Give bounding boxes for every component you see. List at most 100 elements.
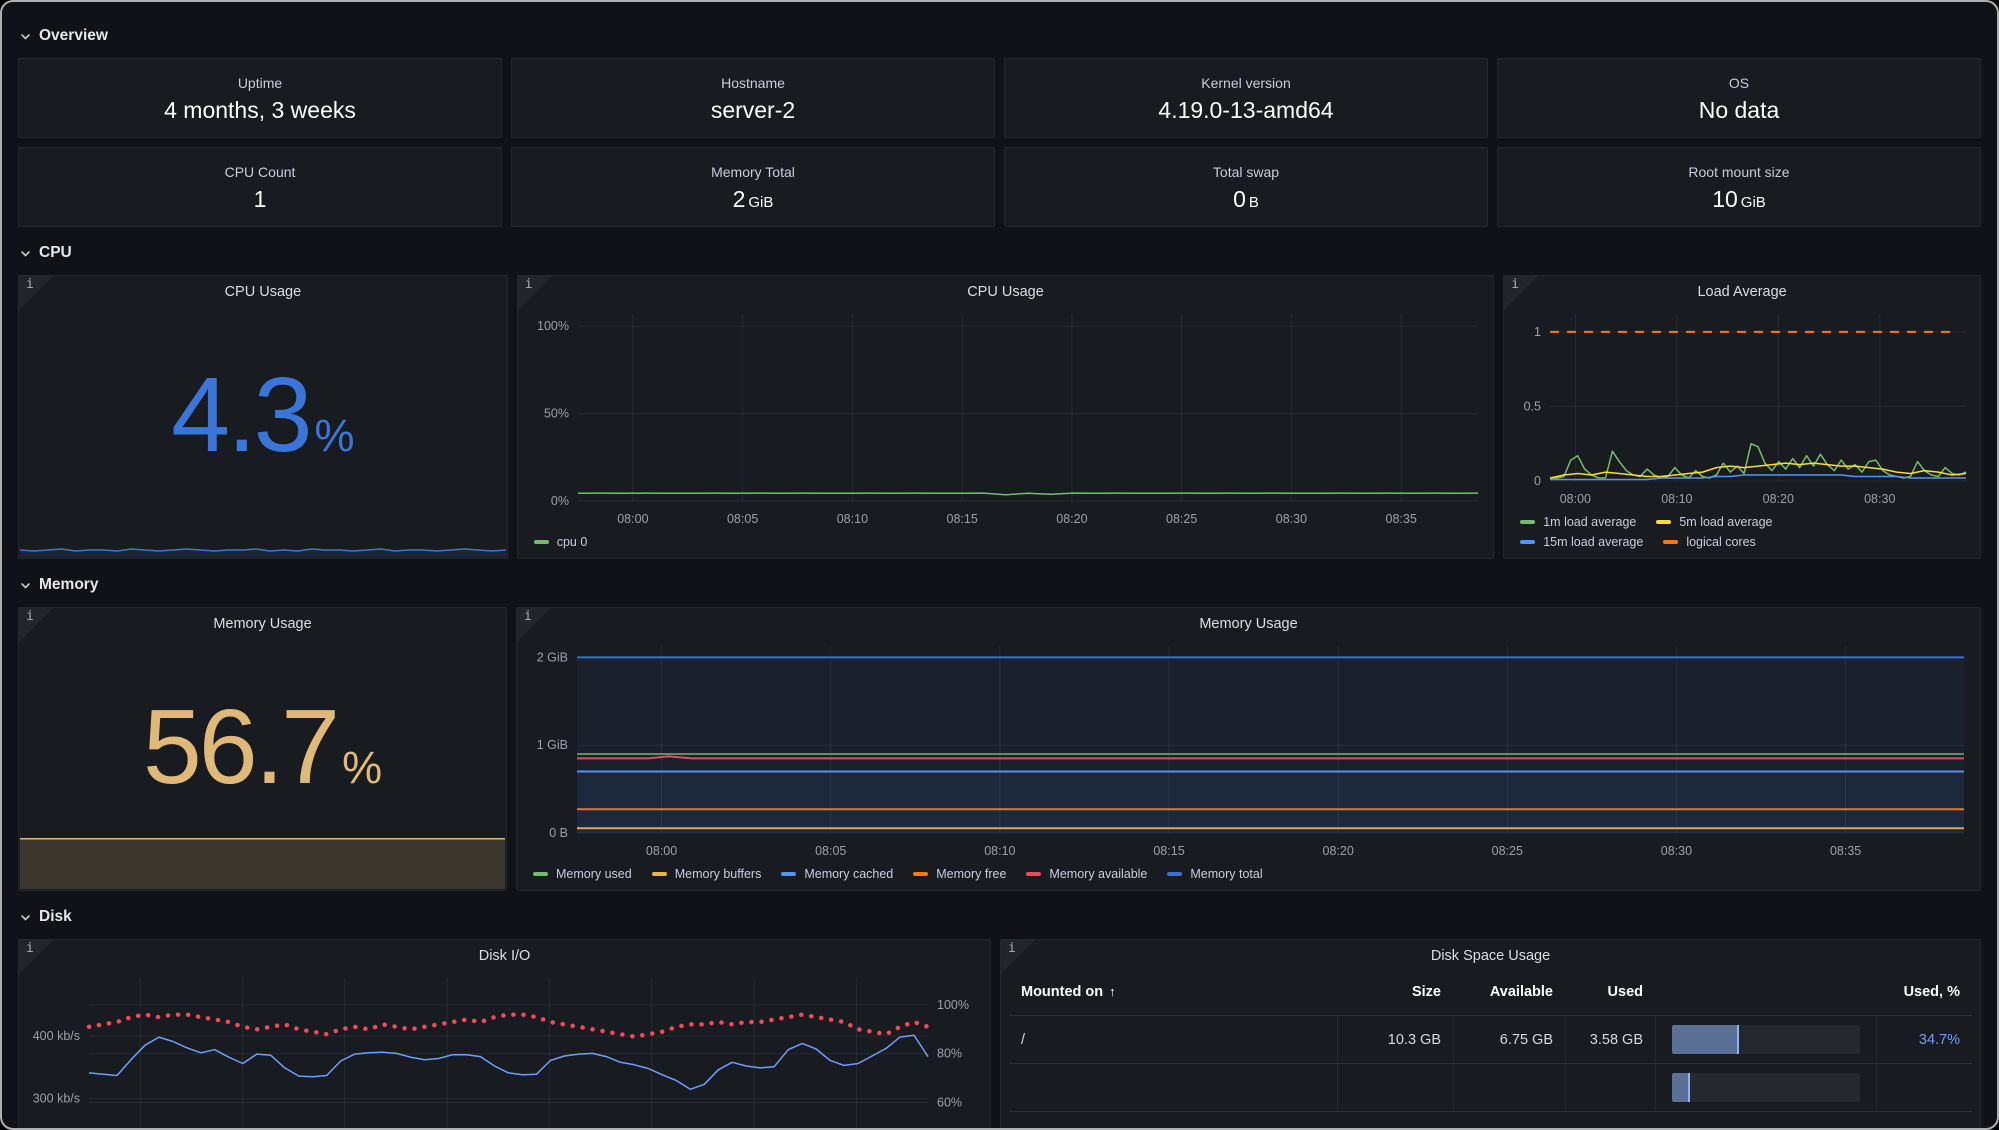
panel-corner: i — [1504, 276, 1538, 310]
info-icon[interactable]: i — [26, 277, 34, 292]
section-header-cpu[interactable]: CPU — [20, 244, 1979, 262]
legend-item[interactable]: logical cores — [1663, 535, 1755, 549]
stat-tile-number: 4.19.0-13-amd64 — [1158, 97, 1333, 123]
stat-tile-number: 0 — [1233, 186, 1246, 212]
svg-text:08:10: 08:10 — [1661, 492, 1692, 506]
stat-tile-title: Uptime — [238, 75, 282, 91]
stat-tile-value: 0B — [1233, 188, 1259, 211]
memory-sparkline — [20, 834, 505, 889]
stat-tile-os[interactable]: OSNo data — [1497, 58, 1981, 138]
legend-label: cpu 0 — [557, 535, 588, 549]
svg-text:08:35: 08:35 — [1830, 844, 1861, 858]
stat-tile-hostname[interactable]: Hostnameserver-2 — [511, 58, 995, 138]
stat-tile-kernel-version[interactable]: Kernel version4.19.0-13-amd64 — [1004, 58, 1488, 138]
cell-size — [1337, 1064, 1453, 1111]
disk-space-table: Mounted on↑SizeAvailableUsed Used, %/10.3… — [1001, 966, 1980, 1130]
usage-bar-fill — [1672, 1073, 1690, 1102]
section-header-memory[interactable]: Memory — [20, 576, 1979, 594]
legend-row: 1m load average 5m load average — [1520, 515, 1970, 529]
svg-text:08:20: 08:20 — [1323, 844, 1354, 858]
stat-tile-unit: GiB — [1741, 194, 1766, 211]
stat-unit: % — [342, 742, 382, 794]
cpu-usage-chart[interactable]: 08:0008:0508:1008:1508:2008:2508:3008:35… — [518, 302, 1494, 535]
legend-swatch — [1167, 872, 1182, 876]
memory-row: i Memory Usage 56.7 % i Memory Usage 08:… — [18, 607, 1981, 891]
legend-item[interactable]: 5m load average — [1656, 515, 1772, 529]
legend-swatch — [913, 872, 928, 876]
info-icon[interactable]: i — [26, 609, 34, 624]
panel-title[interactable]: Memory Usage — [517, 608, 1980, 634]
section-label: Disk — [39, 908, 72, 926]
legend-item[interactable]: Memory buffers — [652, 867, 762, 881]
stat-tile-root-mount-size[interactable]: Root mount size10GiB — [1497, 147, 1981, 227]
stat-tile-total-swap[interactable]: Total swap0B — [1004, 147, 1488, 227]
chevron-down-icon — [20, 912, 31, 923]
legend-label: 1m load average — [1543, 515, 1636, 529]
panel-corner: i — [517, 608, 551, 642]
legend-swatch — [1656, 520, 1671, 524]
table-header-row: Mounted on↑SizeAvailableUsed Used, % — [1009, 968, 1972, 1016]
legend-item[interactable]: Memory used — [533, 867, 632, 881]
svg-text:08:20: 08:20 — [1056, 512, 1087, 526]
legend-item[interactable]: Memory free — [913, 867, 1006, 881]
svg-text:08:35: 08:35 — [1385, 512, 1416, 526]
info-icon[interactable]: i — [26, 941, 34, 956]
column-header-used-[interactable]: Used, % — [1876, 968, 1972, 1015]
panel-title[interactable]: Memory Usage — [19, 608, 506, 634]
info-icon[interactable]: i — [525, 277, 533, 292]
info-icon[interactable]: i — [1511, 277, 1519, 292]
legend-swatch — [1026, 872, 1041, 876]
table-row — [1009, 1064, 1972, 1112]
panel-title[interactable]: Disk I/O — [19, 940, 990, 966]
svg-text:2 GiB: 2 GiB — [537, 650, 568, 664]
panel-corner: i — [19, 608, 53, 642]
column-header-available[interactable]: Available — [1453, 968, 1565, 1015]
disk-row: i Disk I/O 08:0008:0508:1008:1508:2008:2… — [18, 939, 1981, 1130]
stat-tile-value: 10GiB — [1712, 188, 1766, 211]
info-icon[interactable]: i — [1008, 941, 1016, 956]
legend-swatch — [533, 872, 548, 876]
panel-corner: i — [19, 276, 53, 310]
disk-space-usage-panel: i Disk Space Usage Mounted on↑SizeAvaila… — [1000, 939, 1981, 1130]
panel-title[interactable]: Load Average — [1504, 276, 1980, 302]
legend-label: Memory used — [556, 867, 632, 881]
memory-usage-chart-panel: i Memory Usage 08:0008:0508:1008:1508:20… — [516, 607, 1981, 891]
stat-tile-value: 1 — [254, 188, 267, 211]
cpu-usage-stat-panel: i CPU Usage 4.3 % — [18, 275, 508, 559]
stat-tile-cpu-count[interactable]: CPU Count1 — [18, 147, 502, 227]
stat-unit: % — [315, 410, 355, 462]
legend-row: 15m load average logical cores — [1520, 535, 1970, 549]
legend-item[interactable]: Memory total — [1167, 867, 1262, 881]
disk-io-chart[interactable]: 08:0008:0508:1008:1508:2008:2508:3008:35… — [19, 966, 990, 1130]
stat-tile-uptime[interactable]: Uptime4 months, 3 weeks — [18, 58, 502, 138]
svg-text:300 kb/s: 300 kb/s — [33, 1092, 80, 1106]
legend-item[interactable]: Memory cached — [781, 867, 893, 881]
svg-text:08:10: 08:10 — [836, 512, 867, 526]
legend-item[interactable]: 15m load average — [1520, 535, 1643, 549]
panel-title[interactable]: CPU Usage — [518, 276, 1494, 302]
legend-swatch — [1663, 540, 1678, 544]
legend-row: Memory used Memory buffers Memory cached Me… — [533, 867, 1970, 881]
load-average-chart[interactable]: 08:0008:1008:2008:3000.51 — [1504, 302, 1980, 515]
svg-text:80%: 80% — [937, 1047, 962, 1061]
column-header-used[interactable]: Used — [1565, 968, 1655, 1015]
legend-item[interactable]: 1m load average — [1520, 515, 1636, 529]
legend-row: cpu 0 — [534, 535, 1484, 549]
info-icon[interactable]: i — [524, 609, 532, 624]
stat-tile-unit: GiB — [748, 194, 773, 211]
stat-tile-memory-total[interactable]: Memory Total2GiB — [511, 147, 995, 227]
section-header-overview[interactable]: Overview — [20, 27, 1979, 45]
stat-tile-number: 1 — [254, 186, 267, 212]
column-header-size[interactable]: Size — [1337, 968, 1453, 1015]
legend-label: Memory buffers — [675, 867, 762, 881]
section-header-disk[interactable]: Disk — [20, 908, 1979, 926]
legend-item[interactable]: Memory available — [1026, 867, 1147, 881]
panel-title[interactable]: CPU Usage — [19, 276, 507, 302]
legend-item[interactable]: cpu 0 — [534, 535, 588, 549]
sort-asc-icon: ↑ — [1109, 984, 1116, 999]
column-header-mounted-on[interactable]: Mounted on↑ — [1009, 968, 1337, 1015]
memory-usage-chart[interactable]: 08:0008:0508:1008:1508:2008:2508:3008:35… — [517, 634, 1980, 867]
panel-title[interactable]: Disk Space Usage — [1001, 940, 1980, 966]
table-row: /10.3 GB6.75 GB3.58 GB34.7% — [1009, 1016, 1972, 1064]
svg-text:08:30: 08:30 — [1276, 512, 1307, 526]
